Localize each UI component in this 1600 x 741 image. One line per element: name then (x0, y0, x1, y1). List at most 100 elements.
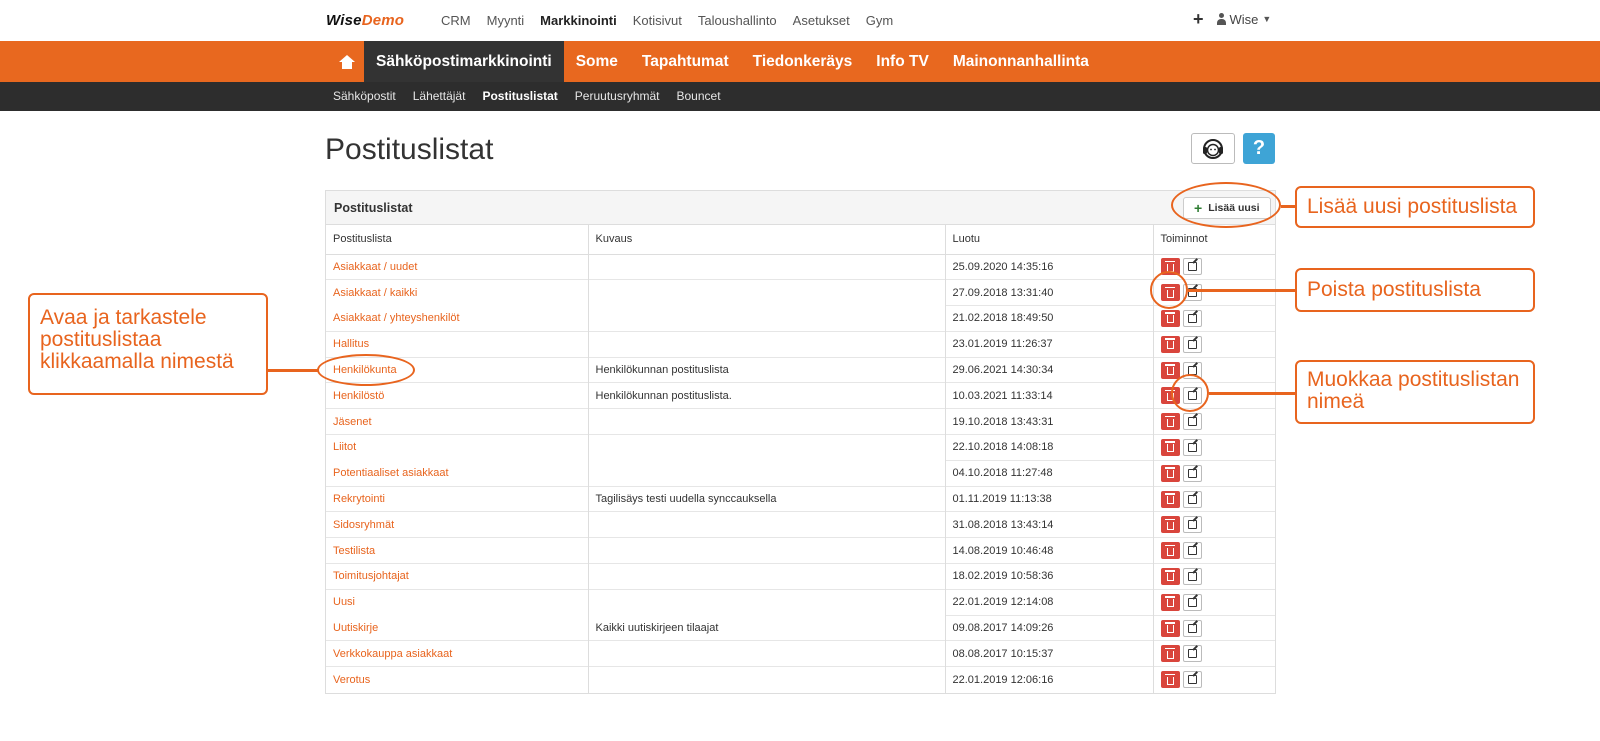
delete-button[interactable] (1160, 567, 1180, 585)
support-button[interactable] (1191, 133, 1235, 164)
annotation-open-line1: Avaa ja tarkastele (40, 306, 207, 329)
logo-text-wise: Wise (326, 12, 362, 29)
table-row: Testilista 14.08.2019 10:46:48 (326, 537, 1276, 564)
list-name-link[interactable]: Uutiskirje (326, 615, 589, 641)
list-name-link[interactable]: Verotus (326, 666, 589, 693)
edit-button[interactable] (1182, 567, 1202, 585)
delete-button[interactable] (1160, 593, 1180, 611)
action-buttons (1160, 464, 1276, 482)
delete-button[interactable] (1160, 361, 1180, 379)
list-name-link[interactable]: Rekrytointi (326, 485, 589, 512)
main-nav-mainonnanhallinta[interactable]: Mainonnanhallinta (941, 41, 1101, 82)
list-name-link[interactable]: Liitot (326, 434, 589, 461)
list-actions (1153, 614, 1275, 641)
edit-button[interactable] (1182, 619, 1202, 637)
action-buttons (1160, 309, 1276, 327)
column-header-created[interactable]: Luotu (945, 225, 1154, 255)
list-name-link[interactable]: Verkkokauppa asiakkaat (326, 640, 589, 667)
sub-nav-lahettajat[interactable]: Lähettäjät (413, 82, 466, 111)
list-name-link[interactable]: Asiakkaat / yhteyshenkilöt (326, 305, 589, 332)
list-name-link[interactable]: Sidosryhmät (326, 511, 589, 538)
delete-button[interactable] (1160, 645, 1180, 663)
edit-icon (1187, 520, 1197, 530)
trash-icon (1164, 415, 1175, 427)
list-name-link[interactable]: Asiakkaat / uudet (326, 253, 589, 280)
delete-button[interactable] (1160, 335, 1180, 353)
panel-header: Postituslistat + Lisää uusi (326, 191, 1275, 225)
list-name-link[interactable]: Toimitusjohtajat (326, 563, 589, 590)
list-name-link[interactable]: Potentiaaliset asiakkaat (326, 460, 589, 487)
user-icon (1216, 13, 1227, 25)
annotation-edit-line2: nimeä (1307, 390, 1365, 413)
edit-button[interactable] (1182, 645, 1202, 663)
top-menu-markkinointi[interactable]: Markkinointi (540, 13, 617, 28)
plus-icon[interactable]: + (1193, 10, 1204, 28)
sub-nav-postituslistat[interactable]: Postituslistat (482, 82, 557, 111)
annotation-delete-text: Poista postituslista (1307, 278, 1481, 301)
annotation-connector-edit (1209, 392, 1295, 395)
annotation-open: Avaa ja tarkastele postituslistaa klikka… (28, 293, 268, 395)
delete-button[interactable] (1160, 490, 1180, 508)
edit-icon (1187, 571, 1197, 581)
delete-button[interactable] (1160, 464, 1180, 482)
delete-button[interactable] (1160, 619, 1180, 637)
list-description (588, 330, 946, 358)
top-menu-kotisivut[interactable]: Kotisivut (633, 13, 682, 28)
edit-button[interactable] (1182, 671, 1202, 689)
annotation-connector-open (268, 369, 318, 372)
edit-icon (1187, 442, 1197, 452)
main-nav-tapahtumat[interactable]: Tapahtumat (630, 41, 741, 82)
list-name-link[interactable]: Jäsenet (326, 408, 589, 435)
edit-icon (1187, 546, 1197, 556)
annotation-delete: Poista postituslista (1295, 268, 1535, 312)
trash-icon (1164, 570, 1175, 582)
main-nav-some[interactable]: Some (564, 41, 630, 82)
delete-button[interactable] (1160, 309, 1180, 327)
edit-button[interactable] (1182, 335, 1202, 353)
edit-button[interactable] (1182, 464, 1202, 482)
app-logo[interactable]: WiseDemo (326, 12, 404, 29)
caret-down-icon: ▼ (1262, 14, 1272, 24)
home-button[interactable] (325, 41, 369, 82)
edit-button[interactable] (1182, 309, 1202, 327)
list-actions (1153, 666, 1276, 693)
edit-button[interactable] (1182, 438, 1202, 456)
edit-button[interactable] (1182, 490, 1202, 508)
sub-nav-peruutusryhmat[interactable]: Peruutusryhmät (575, 82, 660, 111)
edit-button[interactable] (1182, 516, 1202, 534)
action-buttons (1160, 516, 1276, 534)
top-menu-crm[interactable]: CRM (441, 13, 471, 28)
column-header-name[interactable]: Postituslista (326, 225, 589, 255)
help-button[interactable]: ? (1243, 133, 1275, 164)
list-name-link[interactable]: Uusi (326, 588, 589, 616)
edit-button[interactable] (1182, 413, 1202, 431)
top-menu-taloushallinto[interactable]: Taloushallinto (698, 13, 777, 28)
delete-button[interactable] (1160, 516, 1180, 534)
list-description (588, 537, 946, 564)
sub-nav-bouncet[interactable]: Bouncet (677, 82, 721, 111)
top-menu-gym[interactable]: Gym (866, 13, 893, 28)
edit-button[interactable] (1182, 258, 1202, 276)
edit-button[interactable] (1182, 542, 1202, 560)
list-name-link[interactable]: Henkilöstö (326, 382, 589, 409)
list-name-link[interactable]: Asiakkaat / kaikki (326, 279, 589, 306)
action-buttons (1160, 542, 1276, 560)
action-buttons (1160, 671, 1276, 689)
list-actions (1153, 511, 1276, 538)
sub-nav-sahkopostit[interactable]: Sähköpostit (333, 82, 396, 111)
top-menu-myynti[interactable]: Myynti (487, 13, 525, 28)
delete-button[interactable] (1160, 671, 1180, 689)
main-nav-tiedonkerays[interactable]: Tiedonkeräys (741, 41, 865, 82)
annotation-open-line2: postituslistaa (40, 328, 162, 351)
delete-button[interactable] (1160, 413, 1180, 431)
delete-button[interactable] (1160, 438, 1180, 456)
delete-button[interactable] (1160, 542, 1180, 560)
main-nav-info-tv[interactable]: Info TV (864, 41, 941, 82)
top-menu-asetukset[interactable]: Asetukset (793, 13, 850, 28)
column-header-description[interactable]: Kuvaus (588, 225, 946, 255)
edit-button[interactable] (1182, 593, 1202, 611)
list-name-link[interactable]: Testilista (326, 537, 589, 564)
user-menu[interactable]: Wise ▼ (1216, 12, 1272, 27)
main-nav-sahkopostimarkkinointi[interactable]: Sähköpostimarkkinointi (364, 41, 564, 82)
home-icon (339, 54, 355, 69)
